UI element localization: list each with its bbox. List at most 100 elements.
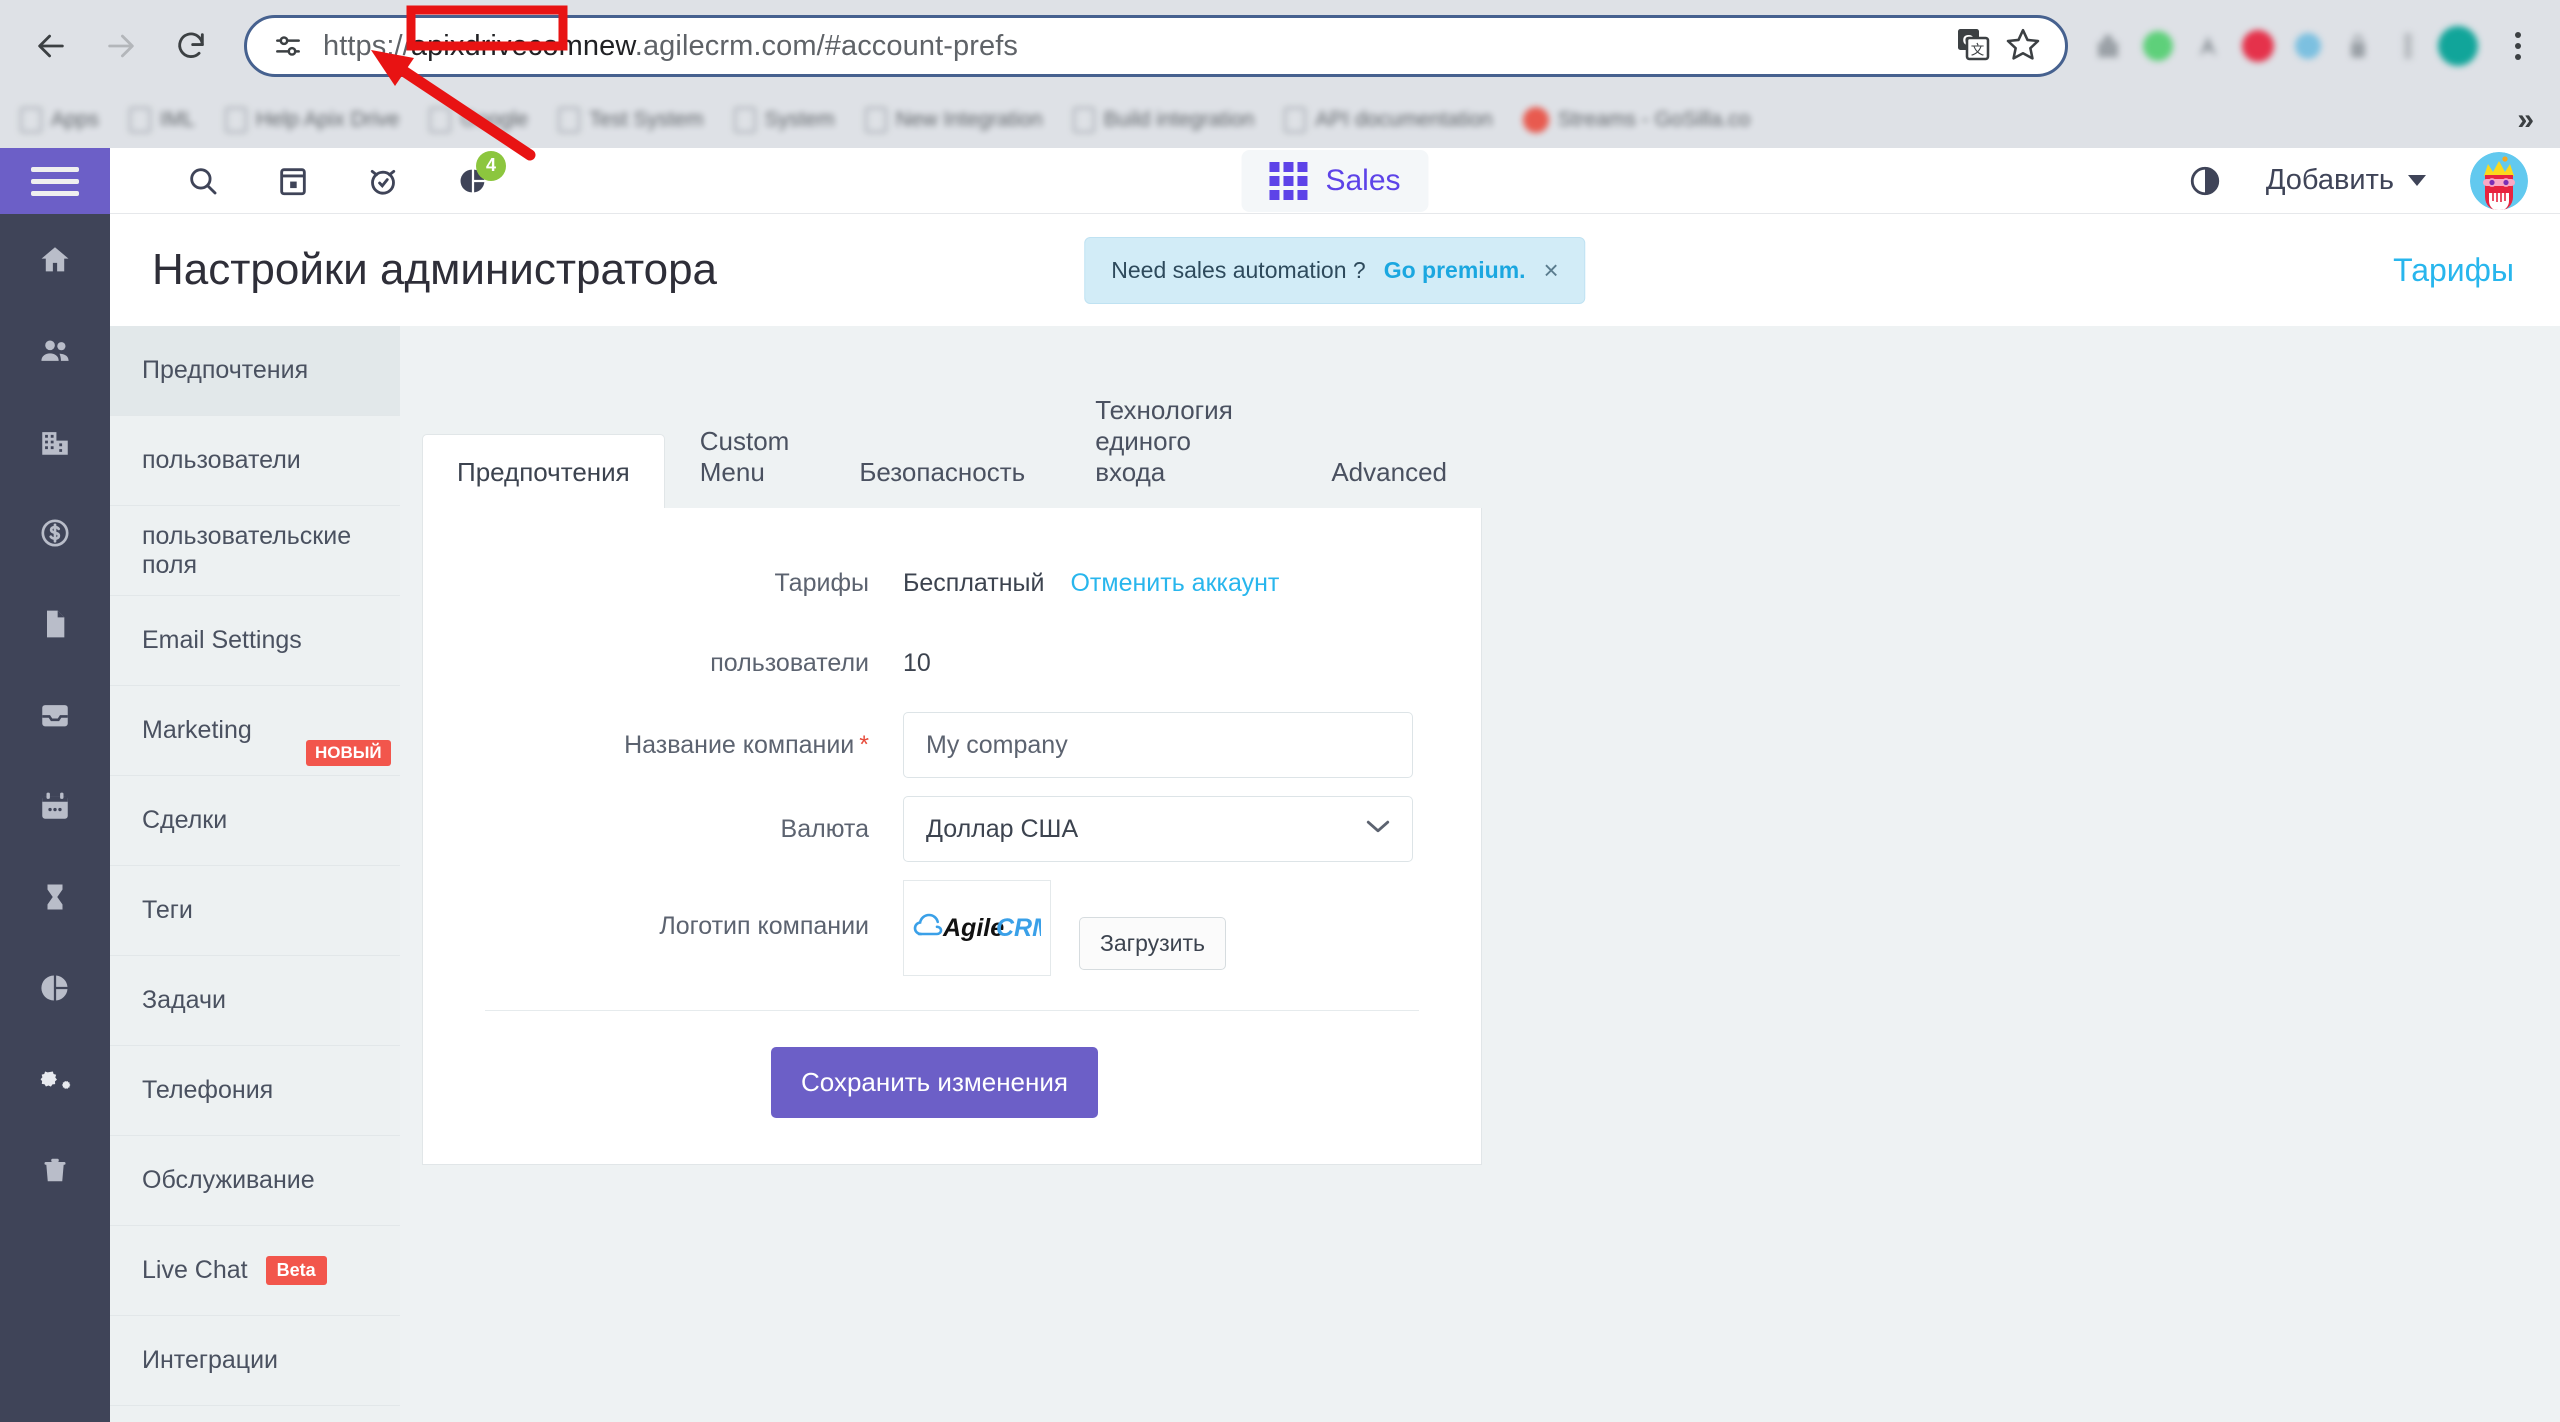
sidebar-item-service[interactable]: Обслуживание: [110, 1136, 400, 1226]
sidebar-item-preferences[interactable]: Предпочтения: [110, 326, 400, 416]
sidebar-item-integrations[interactable]: Интеграции: [110, 1316, 400, 1406]
rail-item-contacts[interactable]: [0, 305, 110, 396]
avatar[interactable]: [2470, 151, 2528, 210]
tab-advanced[interactable]: Advanced: [1296, 434, 1482, 508]
rail-item-reports[interactable]: [0, 942, 110, 1033]
users-label: пользователи: [710, 648, 869, 677]
tab-sso[interactable]: Технология единого входа: [1060, 372, 1296, 508]
forward-button[interactable]: [90, 15, 152, 77]
left-icon-rail: [0, 148, 110, 1422]
rail-item-home[interactable]: [0, 214, 110, 305]
upload-logo-button[interactable]: Загрузить: [1079, 917, 1227, 970]
bookmark-item[interactable]: System: [733, 107, 835, 133]
browser-menu-icon[interactable]: [2496, 24, 2540, 68]
rail-item-trash[interactable]: [0, 1124, 110, 1215]
profile-avatar-icon[interactable]: [2436, 24, 2480, 68]
bookmark-favicon: [128, 107, 151, 133]
bookmark-favicon: [1072, 107, 1095, 133]
form-row-plan: Тарифы Бесплатный Отменить аккаунт: [423, 552, 1481, 614]
bookmark-favicon: [20, 107, 42, 133]
sidebar-item-tasks[interactable]: Задачи: [110, 956, 400, 1046]
bookmark-item[interactable]: IML: [128, 107, 195, 133]
save-button[interactable]: Сохранить изменения: [771, 1047, 1098, 1118]
reports-button[interactable]: 4: [456, 150, 506, 198]
sidebar-item-email-settings[interactable]: Email Settings: [110, 596, 400, 686]
company-name-input[interactable]: [903, 712, 1413, 778]
extension-icon[interactable]: [2086, 24, 2130, 68]
bookmark-item[interactable]: Build integration: [1072, 107, 1254, 133]
search-button[interactable]: [186, 164, 220, 198]
rail-item-inbox[interactable]: [0, 669, 110, 760]
required-marker: *: [859, 730, 869, 759]
bookmark-favicon: [558, 107, 581, 133]
bookmarks-overflow-button[interactable]: »: [2517, 103, 2534, 137]
sidebar-item-label: пользователи: [142, 446, 301, 474]
extension-icon[interactable]: [2236, 24, 2280, 68]
currency-select[interactable]: Доллар США: [903, 796, 1413, 862]
company-name-label: Название компании *: [423, 731, 903, 760]
rail-item-companies[interactable]: [0, 396, 110, 487]
module-switcher[interactable]: Sales: [1241, 149, 1429, 212]
sidebar-item-live-chat[interactable]: Live Chat Beta: [110, 1226, 400, 1316]
company-logo: Agile CRM: [903, 880, 1051, 976]
rail-item-documents[interactable]: [0, 578, 110, 669]
extension-icon[interactable]: [2286, 24, 2330, 68]
beta-badge: Beta: [265, 1256, 327, 1285]
sidebar-item-marketing[interactable]: Marketing новый: [110, 686, 400, 776]
companies-icon: [42, 431, 68, 455]
tab-custom-menu[interactable]: Custom Menu: [665, 403, 825, 508]
plans-link[interactable]: Тарифы: [2393, 252, 2514, 289]
settings-pane: Предпочтения Custom Menu Безопасность Те…: [400, 326, 2560, 1422]
tab-security[interactable]: Безопасность: [824, 434, 1060, 508]
extension-icon[interactable]: [2186, 24, 2230, 68]
bookmark-item[interactable]: Google: [429, 107, 528, 133]
bookmark-item[interactable]: New Integration: [864, 107, 1043, 133]
tab-preferences[interactable]: Предпочтения: [422, 434, 665, 508]
documents-icon: [47, 610, 65, 637]
bookmark-item[interactable]: API documentation: [1284, 107, 1493, 133]
sidebar-item-custom-fields[interactable]: пользовательские поля: [110, 506, 400, 596]
rail-item-deals[interactable]: [0, 487, 110, 578]
add-button[interactable]: Добавить: [2266, 164, 2426, 197]
sidebar-item-label: Телефония: [142, 1076, 274, 1104]
logo-label: Логотип компании: [659, 912, 869, 940]
sidebar-item-deals[interactable]: Сделки: [110, 776, 400, 866]
extension-icon[interactable]: [2136, 24, 2180, 68]
extension-icon[interactable]: [2336, 24, 2380, 68]
back-button[interactable]: [20, 15, 82, 77]
address-bar[interactable]: https://apixdrivecomnew.agilecrm.com/#ac…: [244, 15, 2068, 77]
site-info-icon[interactable]: [265, 23, 311, 69]
rail-item-hourglass[interactable]: [0, 851, 110, 942]
notification-badge: 4: [476, 150, 506, 181]
bookmark-star-icon[interactable]: [2005, 26, 2041, 67]
bookmark-favicon: [1522, 107, 1549, 133]
form-row-currency: Валюта Доллар США: [423, 796, 1481, 862]
form-row-users: пользователи 10: [423, 632, 1481, 694]
bookmark-item[interactable]: Streams - GoSilla.co: [1522, 107, 1750, 133]
go-premium-link[interactable]: Go premium.: [1384, 257, 1526, 284]
sidebar-item-telephony[interactable]: Телефония: [110, 1046, 400, 1136]
reload-button[interactable]: [160, 15, 222, 77]
rail-item-calendar[interactable]: [0, 760, 110, 851]
close-icon[interactable]: ×: [1544, 255, 1559, 286]
sidebar-item-users[interactable]: пользователи: [110, 416, 400, 506]
svg-text:文: 文: [1971, 42, 1985, 57]
google-translate-icon[interactable]: G 文: [1955, 26, 1991, 67]
url-text[interactable]: https://apixdrivecomnew.agilecrm.com/#ac…: [323, 30, 1955, 63]
menu-toggle-button[interactable]: [0, 148, 110, 214]
calendar-button[interactable]: [276, 164, 310, 198]
sidebar-item-tags[interactable]: Теги: [110, 866, 400, 956]
inbox-icon: [42, 704, 68, 726]
bookmark-item[interactable]: Help Apix Drive: [224, 107, 399, 133]
rail-item-settings[interactable]: [0, 1033, 110, 1124]
alarm-button[interactable]: [366, 164, 400, 198]
cancel-account-link[interactable]: Отменить аккаунт: [1070, 569, 1279, 598]
extension-icon[interactable]: [2386, 24, 2430, 68]
hourglass-icon: [47, 884, 63, 909]
bookmark-item[interactable]: Apps: [20, 107, 99, 133]
bookmark-item[interactable]: Test System: [558, 107, 704, 133]
calendar-icon: [42, 792, 68, 819]
bookmark-label: Apps: [51, 108, 99, 131]
home-icon: [41, 246, 69, 271]
theme-toggle-button[interactable]: [2188, 164, 2222, 198]
